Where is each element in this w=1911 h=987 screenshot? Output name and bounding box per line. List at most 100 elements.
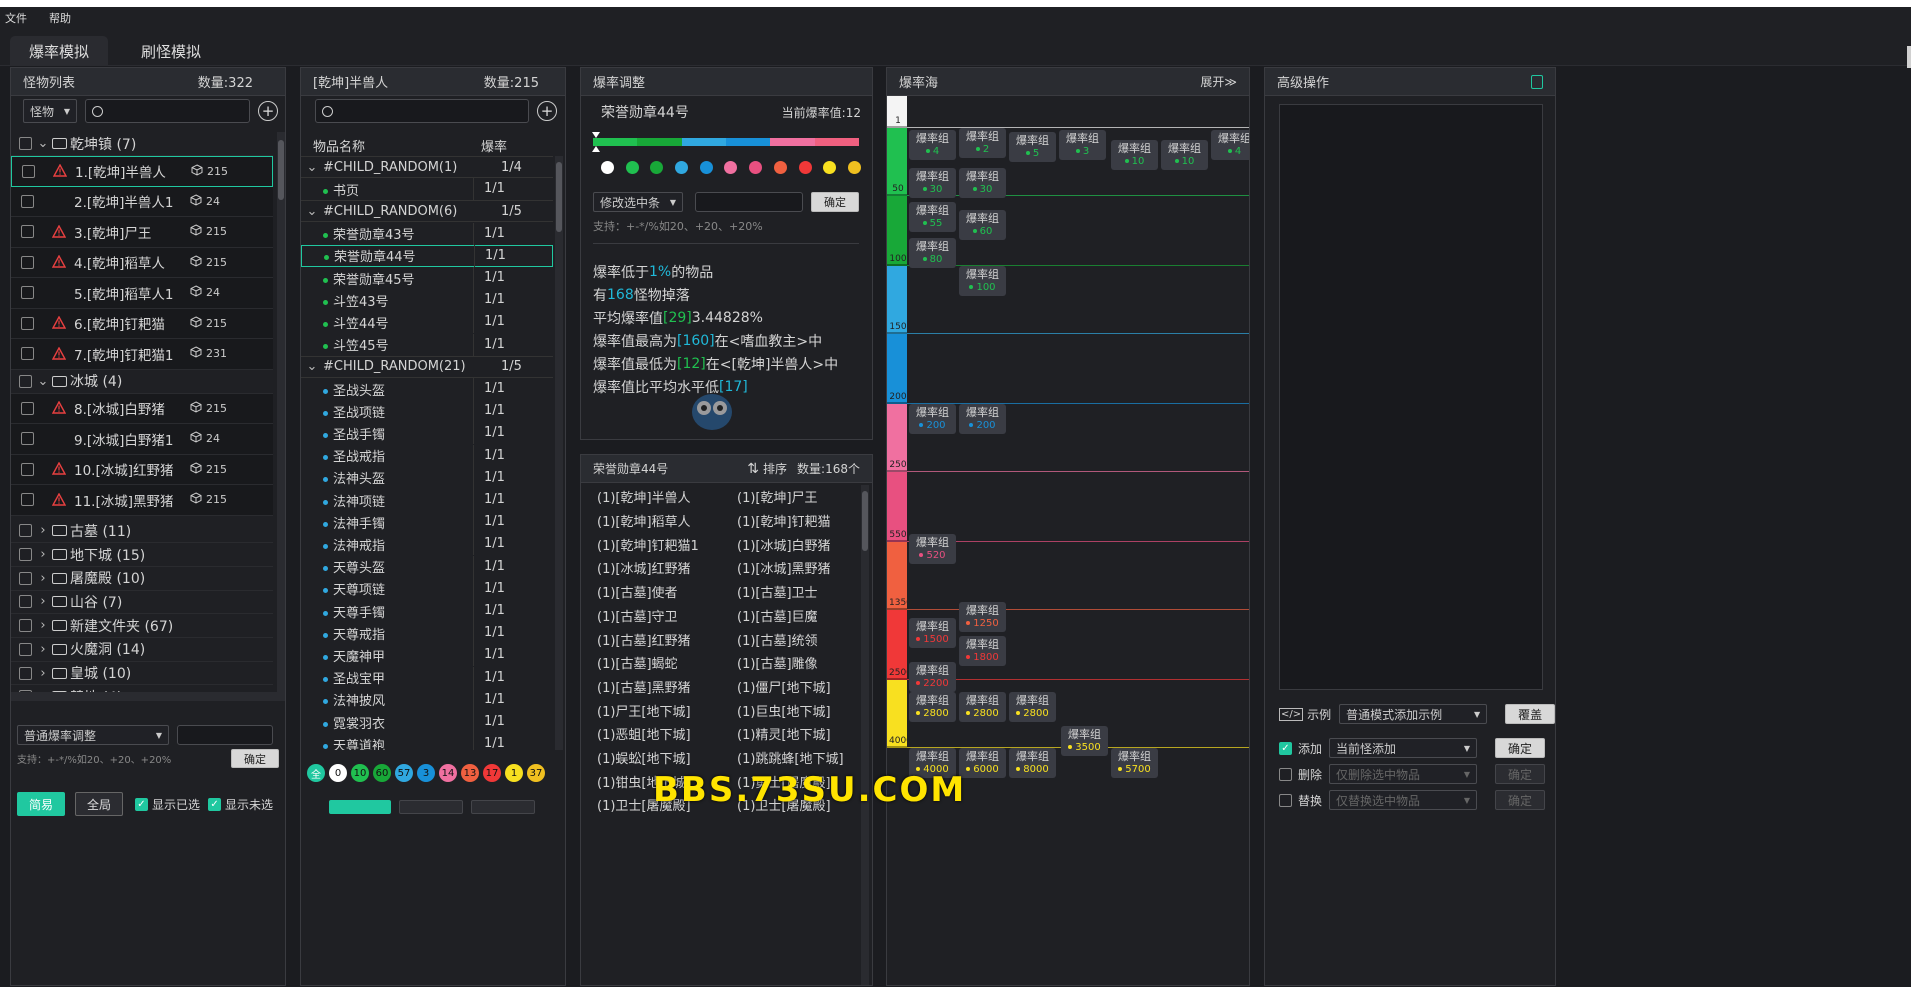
rate-filter-1[interactable]: 0 <box>329 764 347 782</box>
show-unselected-checkbox[interactable]: ✓ <box>208 797 222 811</box>
monster-entry[interactable]: (1)[冰城]红野猪 <box>581 558 721 577</box>
rate-filter-3[interactable]: 60 <box>373 764 391 782</box>
script-editor[interactable] <box>1279 104 1543 690</box>
drop-item-row[interactable]: 圣战头盔 1/1 <box>301 378 553 400</box>
chevron-right-icon[interactable]: › <box>36 618 50 633</box>
rate-color-dot-5[interactable] <box>724 161 738 174</box>
rate-filter-0[interactable]: 全 <box>307 764 325 782</box>
rate-color-dot-3[interactable] <box>675 161 689 174</box>
monster-entry[interactable]: (1)[乾坤]钉耙猫1 <box>581 535 721 554</box>
chevron-right-icon[interactable]: › <box>36 666 50 681</box>
group-checkbox[interactable] <box>19 595 32 609</box>
rate-group[interactable]: 爆率组 8000 <box>1009 748 1056 778</box>
drop-item-row[interactable]: 斗笠45号 1/1 <box>301 333 553 356</box>
monster-entry[interactable]: (1)[古墓]使者 <box>581 582 721 601</box>
drop-item-row[interactable]: 圣战项链 1/1 <box>301 400 553 423</box>
drop-item-row[interactable]: 天尊项链 1/1 <box>301 577 553 600</box>
monster-checkbox[interactable] <box>22 164 35 178</box>
rate-bar-segment[interactable] <box>593 138 638 146</box>
monster-entry[interactable]: (1)[乾坤]稻草人 <box>581 511 721 530</box>
rate-filter-10[interactable]: 37 <box>527 764 545 782</box>
adjust-value-input[interactable] <box>177 725 273 745</box>
tree-group-row[interactable]: › 古墓 (11) <box>11 520 273 544</box>
add-checkbox[interactable]: ✓ <box>1279 741 1292 755</box>
rate-filter-8[interactable]: 17 <box>483 764 501 782</box>
group-checkbox[interactable] <box>19 571 32 585</box>
modify-value-input[interactable] <box>695 192 803 212</box>
rate-group[interactable]: 爆率组 4 <box>909 130 956 160</box>
monster-row[interactable]: 8.[冰城]白野猪 215 <box>11 393 273 424</box>
rate-group[interactable]: 爆率组 30 <box>959 168 1006 198</box>
rate-filter-9[interactable]: 1 <box>505 764 523 782</box>
rate-group[interactable]: 爆率组 2 <box>959 128 1006 158</box>
rate-group[interactable]: 爆率组 30 <box>909 168 956 198</box>
rate-group[interactable]: 爆率组 1500 <box>909 618 956 648</box>
monster-entry[interactable]: (1)[乾坤]钉耙猫 <box>721 511 861 530</box>
show-selected-checkbox[interactable]: ✓ <box>135 797 148 811</box>
drop-item-row[interactable]: 法神戒指 1/1 <box>301 533 553 556</box>
monster-row[interactable]: 2.[乾坤]半兽人1 24 <box>11 186 273 217</box>
add-mode-select[interactable]: 当前怪添加 ▼ <box>1329 738 1477 758</box>
rate-filter-7[interactable]: 13 <box>461 764 479 782</box>
drop-group-row[interactable]: ⌄ #CHILD_RANDOM(1) 1/4 <box>301 156 553 178</box>
rate-color-dot-10[interactable] <box>847 161 861 174</box>
rate-color-dot-1[interactable] <box>625 161 639 174</box>
chevron-down-icon[interactable]: ⌄ <box>301 359 323 374</box>
sort-button[interactable]: 排序 <box>763 460 787 477</box>
rate-bar-segment[interactable] <box>814 138 859 146</box>
drop-table-scrollbar[interactable] <box>555 156 563 750</box>
overwrite-button[interactable]: 覆盖 <box>1505 704 1556 724</box>
modify-confirm-button[interactable]: 确定 <box>811 192 859 212</box>
rate-color-dot-2[interactable] <box>650 161 664 174</box>
monster-entry[interactable]: (1)[古墓]黑野猪 <box>581 677 721 696</box>
monster-checkbox[interactable] <box>21 347 34 361</box>
monster-checkbox[interactable] <box>21 194 34 208</box>
rate-color-dot-0[interactable] <box>601 161 614 174</box>
monster-entry[interactable]: (1)[古墓]卫士 <box>721 582 861 601</box>
rate-filter-4[interactable]: 57 <box>395 764 413 782</box>
delete-checkbox[interactable] <box>1279 767 1292 781</box>
tree-group-row[interactable]: ›禁地 (4) <box>11 685 273 692</box>
rate-group[interactable]: 爆率组 2800 <box>1009 692 1056 722</box>
chevron-down-icon[interactable]: ⌄ <box>36 136 50 151</box>
add-monster-button[interactable]: + <box>258 101 278 121</box>
drop-item-row[interactable]: 书页 1/1 <box>301 178 553 201</box>
rate-group[interactable]: 爆率组 60 <box>959 210 1006 240</box>
rate-bar-segment[interactable] <box>637 138 682 146</box>
rate-group[interactable]: 爆率组 1800 <box>959 636 1006 666</box>
global-mode-button[interactable]: 全局 <box>75 792 123 816</box>
chevron-right-icon[interactable]: › <box>36 547 50 562</box>
monster-row[interactable]: 5.[乾坤]稻草人1 24 <box>11 278 273 309</box>
tab-spawn-sim[interactable]: 刷怪模拟 <box>122 36 220 66</box>
monster-row[interactable]: 7.[乾坤]钉耙猫1 231 <box>11 339 273 370</box>
simple-mode-button[interactable]: 简易 <box>17 792 65 816</box>
add-confirm-button[interactable]: 确定 <box>1495 738 1545 758</box>
adjust-mode-select[interactable]: 普通爆率调整 ▼ <box>17 725 169 745</box>
drop-item-row[interactable]: 法神头盔 1/1 <box>301 466 553 489</box>
tree-group-row[interactable]: › 山谷 (7) <box>11 591 273 615</box>
monster-checkbox[interactable] <box>21 316 34 330</box>
monster-checkbox[interactable] <box>21 255 34 269</box>
slider-handle-icon[interactable] <box>592 132 600 138</box>
monster-search-input[interactable] <box>85 99 250 123</box>
rate-filter-5[interactable]: 3 <box>417 764 435 782</box>
chevron-down-icon[interactable]: ⌄ <box>36 374 50 389</box>
adjust-confirm-button[interactable]: 确定 <box>231 749 279 768</box>
menu-help[interactable]: 帮助 <box>47 10 73 26</box>
group-checkbox[interactable] <box>19 374 32 388</box>
monster-checkbox[interactable] <box>21 286 34 300</box>
chevron-right-icon[interactable]: › <box>36 571 50 586</box>
monster-row[interactable]: 11.[冰城]黑野猪 215 <box>11 485 273 516</box>
monster-entry[interactable]: (1)[古墓]统领 <box>721 630 861 649</box>
rate-group[interactable]: 爆率组 200 <box>959 404 1006 434</box>
drop-item-row[interactable]: 圣战宝甲 1/1 <box>301 666 553 689</box>
rate-color-dot-6[interactable] <box>749 161 763 174</box>
rate-group[interactable]: 爆率组 100 <box>959 266 1006 296</box>
monster-row[interactable]: 3.[乾坤]尸王 215 <box>11 217 273 248</box>
expand-button[interactable]: 展开≫ <box>1200 73 1237 90</box>
monster-checkbox[interactable] <box>21 401 34 415</box>
drop-item-row[interactable]: 荣誉勋章44号 1/1 <box>301 244 553 267</box>
drop-item-row[interactable]: 法神项链 1/1 <box>301 489 553 511</box>
tree-group-row[interactable]: › 皇城 (10) <box>11 662 273 686</box>
drop-item-row[interactable]: 天魔神甲 1/1 <box>301 644 553 667</box>
